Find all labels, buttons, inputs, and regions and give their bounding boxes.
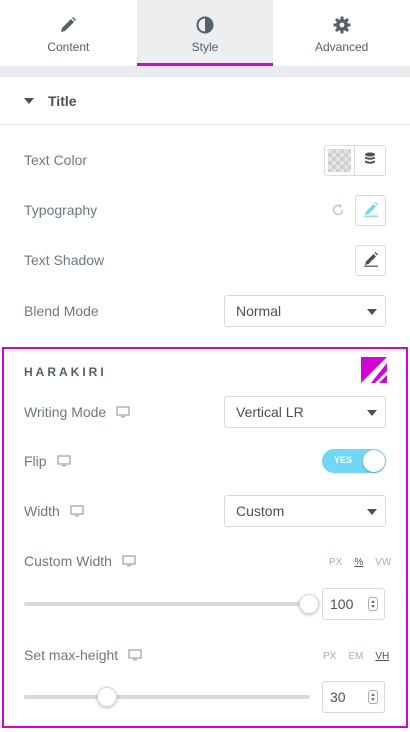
- global-colors-button[interactable]: [355, 144, 386, 176]
- chevron-down-icon: [367, 309, 377, 315]
- custom-width-value: 100: [330, 596, 354, 612]
- section-title-toggle[interactable]: Title: [0, 77, 410, 125]
- custom-width-input[interactable]: 100: [322, 588, 385, 620]
- desktop-icon[interactable]: [122, 554, 136, 568]
- desktop-icon[interactable]: [116, 405, 130, 419]
- max-height-input[interactable]: 30: [322, 681, 385, 713]
- pencil-icon: [58, 15, 78, 35]
- width-select[interactable]: Custom: [224, 495, 386, 527]
- unit-vw[interactable]: VW: [375, 557, 391, 568]
- writing-mode-label: Writing Mode: [24, 404, 107, 420]
- typography-edit-button[interactable]: [355, 194, 386, 226]
- text-color-label: Text Color: [24, 152, 88, 168]
- reset-icon[interactable]: [331, 203, 345, 217]
- section-title: Title: [48, 92, 77, 109]
- tab-advanced-label: Advanced: [314, 40, 369, 54]
- unit-em[interactable]: EM: [348, 651, 363, 662]
- max-height-units: PX EM VH: [311, 651, 389, 662]
- text-shadow-control: Text Shadow: [24, 243, 386, 277]
- toggle-knob: [363, 450, 385, 472]
- desktop-icon[interactable]: [128, 648, 142, 662]
- flip-toggle[interactable]: YES: [322, 449, 386, 473]
- gear-icon: [332, 15, 352, 35]
- half-circle-icon: [195, 15, 215, 35]
- text-shadow-edit-button[interactable]: [355, 244, 386, 276]
- blend-mode-control: Blend Mode Normal: [24, 294, 386, 328]
- typography-label: Typography: [24, 202, 98, 218]
- stepper-icon[interactable]: [368, 690, 378, 704]
- custom-width-slider-handle[interactable]: [299, 594, 319, 614]
- unit-px[interactable]: PX: [323, 651, 336, 662]
- max-height-value: 30: [330, 689, 346, 705]
- caret-down-icon: [24, 97, 34, 104]
- database-icon: [364, 152, 376, 169]
- unit-px[interactable]: PX: [329, 557, 342, 568]
- desktop-icon[interactable]: [56, 454, 71, 468]
- writing-mode-value: Vertical LR: [236, 404, 304, 420]
- blend-mode-label: Blend Mode: [24, 303, 99, 319]
- unit-vh[interactable]: VH: [375, 651, 389, 662]
- flip-toggle-text: YES: [334, 455, 353, 465]
- harakiri-logo-icon: [361, 357, 387, 383]
- harakiri-title: HARAKIRI: [24, 365, 107, 379]
- width-control: Width Custom: [24, 494, 386, 528]
- text-color-picker[interactable]: [324, 144, 355, 176]
- blend-mode-value: Normal: [236, 303, 282, 319]
- tab-content[interactable]: Content: [0, 0, 137, 66]
- stepper-icon[interactable]: [368, 597, 378, 611]
- text-color-control: Text Color: [24, 143, 386, 177]
- writing-mode-control: Writing Mode Vertical LR: [24, 395, 386, 429]
- tab-content-label: Content: [47, 40, 90, 54]
- tab-style[interactable]: Style: [136, 0, 274, 66]
- unit-percent[interactable]: %: [354, 557, 363, 568]
- typography-control: Typography: [24, 193, 386, 227]
- max-height-slider[interactable]: [24, 695, 310, 699]
- pencil-icon: [363, 201, 379, 220]
- panel-tabs: Content Style Advanced: [0, 0, 410, 66]
- desktop-icon[interactable]: [70, 504, 84, 518]
- width-value: Custom: [236, 503, 285, 519]
- tab-divider: [0, 66, 410, 77]
- custom-width-label: Custom Width: [24, 553, 112, 569]
- color-swatch: [328, 148, 351, 172]
- max-height-label: Set max-height: [24, 647, 119, 663]
- flip-label: Flip: [24, 453, 47, 469]
- width-label: Width: [24, 503, 60, 519]
- chevron-down-icon: [367, 509, 377, 515]
- blend-mode-select[interactable]: Normal: [224, 295, 386, 327]
- tab-style-label: Style: [191, 40, 219, 54]
- pencil-icon: [363, 251, 379, 270]
- custom-width-slider[interactable]: [24, 602, 310, 606]
- text-shadow-label: Text Shadow: [24, 252, 105, 268]
- custom-width-units: PX % VW: [317, 557, 391, 568]
- tab-advanced[interactable]: Advanced: [273, 0, 410, 66]
- max-height-slider-handle[interactable]: [97, 687, 117, 707]
- chevron-down-icon: [367, 410, 377, 416]
- writing-mode-select[interactable]: Vertical LR: [224, 396, 386, 428]
- flip-control: Flip YES: [24, 444, 386, 478]
